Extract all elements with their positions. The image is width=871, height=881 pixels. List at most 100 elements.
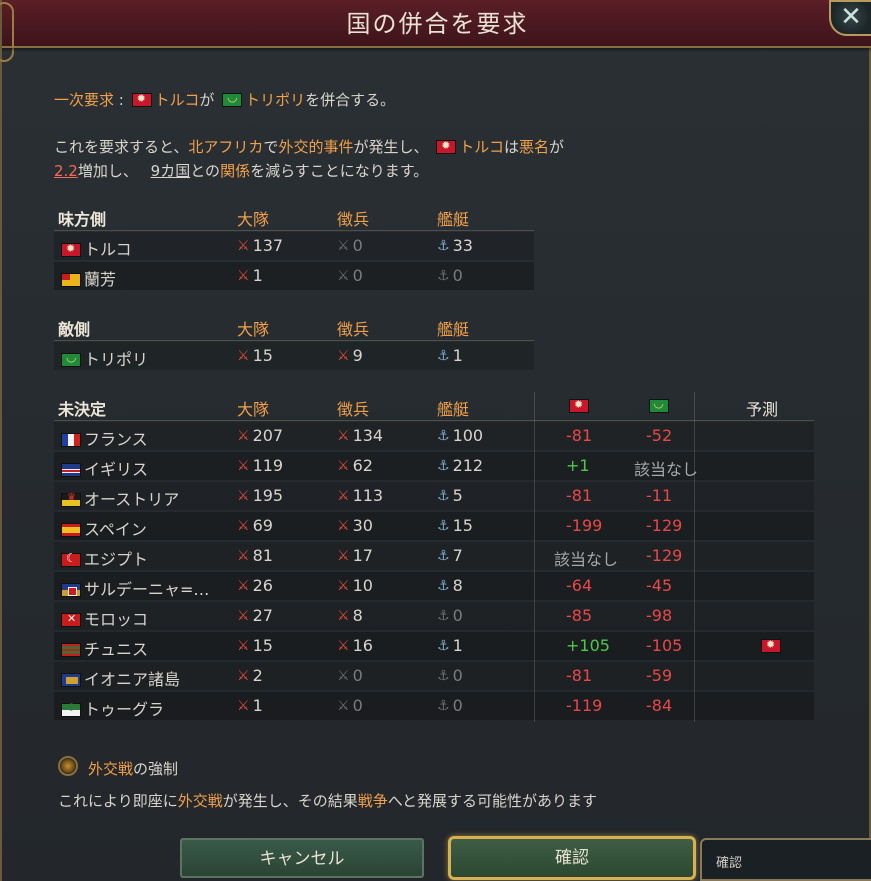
event-link[interactable]: 外交的事件 — [278, 138, 353, 156]
value: 10 — [352, 576, 373, 595]
table-row[interactable]: フランス ⚔ 207 ⚔ 134 ⚓ 100 -81 -52 — [54, 422, 814, 450]
conscripts-icon: ⚔ — [337, 517, 350, 534]
country-label: トゥーグラ — [84, 700, 165, 719]
close-button[interactable]: ✕ — [829, 0, 871, 36]
country-label: トルコ — [84, 240, 132, 259]
country-label: エジプト — [84, 550, 149, 569]
flag-egypt-icon — [61, 551, 81, 567]
tooltip: 確認 — [700, 838, 871, 881]
country-name[interactable]: トルコ — [58, 236, 132, 260]
relation-change-b: -105 — [646, 636, 683, 655]
country-name[interactable]: イオニア諸島 — [58, 666, 180, 690]
table-row[interactable]: トリポリ⚔15⚔9⚓1 — [54, 342, 534, 370]
conscripts-count: ⚔ 10 — [337, 576, 373, 595]
country-name[interactable]: フランス — [58, 426, 148, 450]
conscripts-icon: ⚔ — [337, 607, 350, 624]
army-icon: ⚔ — [237, 487, 250, 504]
country-link-turkey[interactable]: トルコ — [459, 138, 504, 156]
region-link[interactable]: 北アフリカ — [188, 138, 263, 156]
country-label: トリポリ — [84, 350, 149, 369]
conscripts-count: ⚔ 16 — [337, 636, 373, 655]
table-row[interactable]: トルコ⚔137⚔0⚓33 — [54, 232, 534, 260]
country-label: 蘭芳 — [84, 270, 117, 289]
army-count: ⚔ 195 — [237, 486, 283, 505]
country-name[interactable]: 蘭芳 — [58, 266, 116, 290]
country-name[interactable]: モロッコ — [58, 606, 148, 630]
country-name[interactable]: サルデーニャ=… — [58, 576, 209, 600]
navy-icon: ⚓ — [437, 607, 450, 624]
cancel-button[interactable]: キャンセル — [180, 838, 424, 878]
country-name[interactable]: イギリス — [58, 456, 148, 480]
enemies-heading: 敵側 大隊 徴兵 艦艇 — [54, 316, 814, 340]
country-label: チュニス — [84, 640, 149, 659]
table-row[interactable]: イギリス ⚔ 119 ⚔ 62 ⚓ 212 +1 該当なし — [54, 452, 814, 480]
column-header-navy: 艦艇 — [437, 400, 470, 419]
force-diplomatic-play-radio[interactable] — [58, 756, 78, 776]
infamy-value[interactable]: 2.2 — [54, 162, 78, 180]
country-link-tripoli[interactable]: トリポリ — [245, 91, 305, 109]
country-name[interactable]: スペイン — [58, 516, 147, 540]
relation-change-b: -11 — [646, 486, 673, 505]
table-row[interactable]: オーストリア⚔195⚔113⚓5-81-11 — [54, 482, 814, 510]
allies-heading: 味方側 大隊 徴兵 艦艇 — [54, 206, 814, 230]
value: 1 — [452, 636, 463, 655]
undecided-heading: 未決定 大隊 徴兵 艦艇 予測 — [54, 396, 814, 420]
country-name[interactable]: トリポリ — [58, 346, 148, 370]
relation-change-a: -85 — [566, 606, 593, 625]
army-icon: ⚔ — [237, 607, 250, 624]
navy-icon: ⚓ — [437, 697, 450, 714]
table-row[interactable]: 蘭芳 ⚔ 1 ⚔ 0 ⚓ 0 — [54, 262, 534, 290]
value: 0 — [352, 696, 363, 715]
army-icon: ⚔ — [237, 237, 250, 254]
description-line-2: 2.2増加し、 9カ国との関係を減らすことになります。 — [54, 162, 429, 180]
navy-count: ⚓ 100 — [437, 426, 483, 445]
table-row[interactable]: チュニス ⚔ 15 ⚔ 16 ⚓ 1 +105 -105 — [54, 632, 814, 660]
title-bar: 国の併合を要求 ✕ — [0, 0, 871, 62]
flag-touggourt-icon — [61, 701, 81, 717]
conscripts-count: ⚔ 0 — [337, 266, 363, 285]
conscripts-count: ⚔ 0 — [337, 236, 363, 255]
infamy-link[interactable]: 悪名 — [519, 138, 549, 156]
country-name[interactable]: オーストリア — [58, 486, 179, 510]
army-icon: ⚔ — [237, 267, 250, 284]
country-name[interactable]: エジプト — [58, 546, 148, 570]
relations-link[interactable]: 関係 — [220, 162, 250, 180]
column-header-army: 大隊 — [237, 400, 270, 419]
country-link-turkey[interactable]: トルコ — [155, 91, 200, 109]
flag-turkey-icon — [569, 398, 589, 413]
conscripts-icon: ⚔ — [337, 237, 350, 254]
navy-count: ⚓ 0 — [437, 606, 463, 625]
country-name[interactable]: チュニス — [58, 636, 148, 660]
navy-count: ⚓ 0 — [437, 696, 463, 715]
value: 0 — [452, 666, 463, 685]
primary-demand-label: 一次要求 — [54, 91, 115, 109]
table-row[interactable]: イオニア諸島 ⚔ 2 ⚔ 0 ⚓ 0 -81 -59 — [54, 662, 814, 690]
value: 81 — [252, 546, 273, 565]
value: 16 — [352, 636, 373, 655]
country-label: イオニア諸島 — [84, 670, 181, 689]
table-row[interactable]: トゥーグラ⚔1⚔0⚓0-119-84 — [54, 692, 814, 720]
conscripts-count: ⚔ 9 — [337, 346, 363, 365]
table-row[interactable]: サルデーニャ=… ⚔ 26 ⚔ 10 ⚓ 8 -64 -45 — [54, 572, 814, 600]
value: 9 — [352, 346, 363, 365]
table-row[interactable]: モロッコ⚔27⚔8⚓0-85-98 — [54, 602, 814, 630]
confirm-button[interactable]: 確認 — [448, 836, 696, 880]
flag-turkey-icon — [436, 139, 457, 154]
conscripts-icon: ⚔ — [337, 347, 350, 364]
table-row[interactable]: エジプト⚔81⚔17⚓7該当なし-129 — [54, 542, 814, 570]
flag-ionian-icon — [61, 673, 81, 687]
navy-count: ⚓ 1 — [437, 636, 463, 655]
navy-icon: ⚓ — [437, 487, 450, 504]
navy-count: ⚓ 0 — [437, 666, 463, 685]
relation-change-a: -81 — [566, 426, 593, 445]
countries-count[interactable]: 9カ国 — [151, 162, 191, 180]
table-row[interactable]: スペイン ⚔ 69 ⚔ 30 ⚓ 15 -199 -129 — [54, 512, 814, 540]
army-count: ⚔ 69 — [237, 516, 273, 535]
country-label: スペイン — [84, 520, 147, 539]
country-name[interactable]: トゥーグラ — [58, 696, 164, 720]
window-title: 国の併合を要求 — [346, 10, 529, 38]
relation-change-a: -119 — [566, 696, 603, 715]
navy-icon: ⚓ — [437, 667, 450, 684]
army-icon: ⚔ — [237, 517, 250, 534]
relation-change-b: -59 — [646, 666, 673, 685]
